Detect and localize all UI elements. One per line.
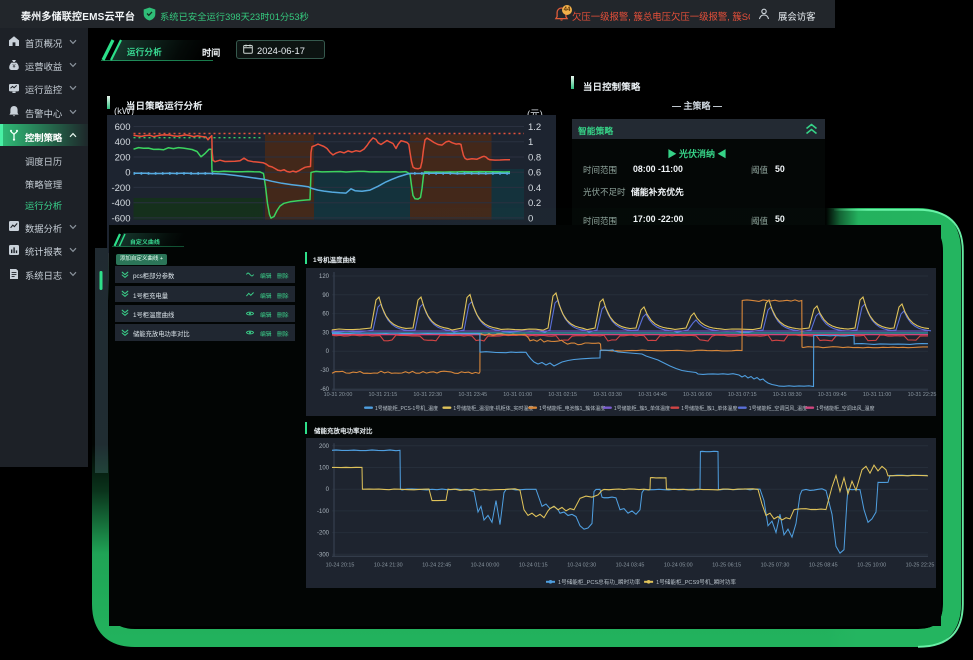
svg-text:10-25 08:45: 10-25 08:45 [808,562,837,568]
svg-text:10-31 23:45: 10-31 23:45 [458,392,487,398]
svg-text:-300: -300 [316,552,329,558]
svg-text:10-24 20:15: 10-24 20:15 [325,562,354,568]
svg-text:10-24 02:30: 10-24 02:30 [567,562,596,568]
svg-text:10-25 07:30: 10-25 07:30 [760,562,789,568]
svg-text:10-25 10:00: 10-25 10:00 [857,562,886,568]
svg-text:10-31 04:45: 10-31 04:45 [638,392,667,398]
svg-text:0: 0 [325,349,329,355]
svg-text:120: 120 [318,274,329,280]
svg-text:200: 200 [318,443,329,449]
svg-text:10-31 06:00: 10-31 06:00 [683,392,712,398]
svg-text:-30: -30 [320,368,329,374]
svg-text:10-31 03:30: 10-31 03:30 [593,392,622,398]
svg-text:10-31 09:45: 10-31 09:45 [817,392,846,398]
svg-text:1号储能柜_空调回风_温度: 1号储能柜_空调回风_温度 [748,405,806,412]
svg-text:-100: -100 [316,509,329,515]
svg-text:1号储能柜_温湿度-机柜体_实时温度: 1号储能柜_温湿度-机柜体_实时温度 [453,405,533,412]
svg-text:10-31 22:25: 10-31 22:25 [907,392,936,398]
svg-text:10-24 05:00: 10-24 05:00 [663,562,692,568]
svg-text:10-31 02:15: 10-31 02:15 [548,392,577,398]
svg-text:-200: -200 [316,530,329,536]
svg-text:0: 0 [325,487,329,493]
svg-text:10-31 01:00: 10-31 01:00 [503,392,532,398]
svg-text:10-31 11:00: 10-31 11:00 [862,392,890,398]
svg-text:1号储能柜_簇5_单体温度: 1号储能柜_簇5_单体温度 [613,405,669,412]
svg-text:10-24 03:45: 10-24 03:45 [615,562,644,568]
svg-text:10-24 00:00: 10-24 00:00 [470,562,499,568]
svg-text:1号储能柜_簇1_单体温度: 1号储能柜_簇1_单体温度 [681,405,737,412]
svg-text:1号储能柜_PCS总有功_瞬时功率: 1号储能柜_PCS总有功_瞬时功率 [558,577,641,585]
svg-text:90: 90 [322,293,329,299]
svg-text:1号储能柜_PCS-1号机_温度: 1号储能柜_PCS-1号机_温度 [375,405,438,412]
svg-text:1号储能柜_空调出风_温度: 1号储能柜_空调出风_温度 [816,405,874,412]
svg-text:10-25 06:15: 10-25 06:15 [712,562,741,568]
svg-text:10-31 22:30: 10-31 22:30 [413,392,442,398]
svg-text:10-31 20:00: 10-31 20:00 [323,392,352,398]
svg-text:10-31 21:15: 10-31 21:15 [368,392,397,398]
svg-text:10-31 07:15: 10-31 07:15 [727,392,756,398]
svg-text:10-24 22:45: 10-24 22:45 [422,562,451,568]
svg-text:1号储能柜_PCS9号机_瞬时功率: 1号储能柜_PCS9号机_瞬时功率 [656,577,736,585]
svg-text:10-24 21:30: 10-24 21:30 [373,562,402,568]
svg-text:10-24 01:15: 10-24 01:15 [518,562,547,568]
svg-text:1号储能柜_电池簇1_簇体温度: 1号储能柜_电池簇1_簇体温度 [539,405,605,412]
svg-text:30: 30 [322,330,329,336]
svg-text:10-31 08:30: 10-31 08:30 [772,392,801,398]
svg-text:10-25 22:25: 10-25 22:25 [905,562,934,568]
svg-text:100: 100 [318,465,329,471]
svg-text:60: 60 [322,312,329,318]
